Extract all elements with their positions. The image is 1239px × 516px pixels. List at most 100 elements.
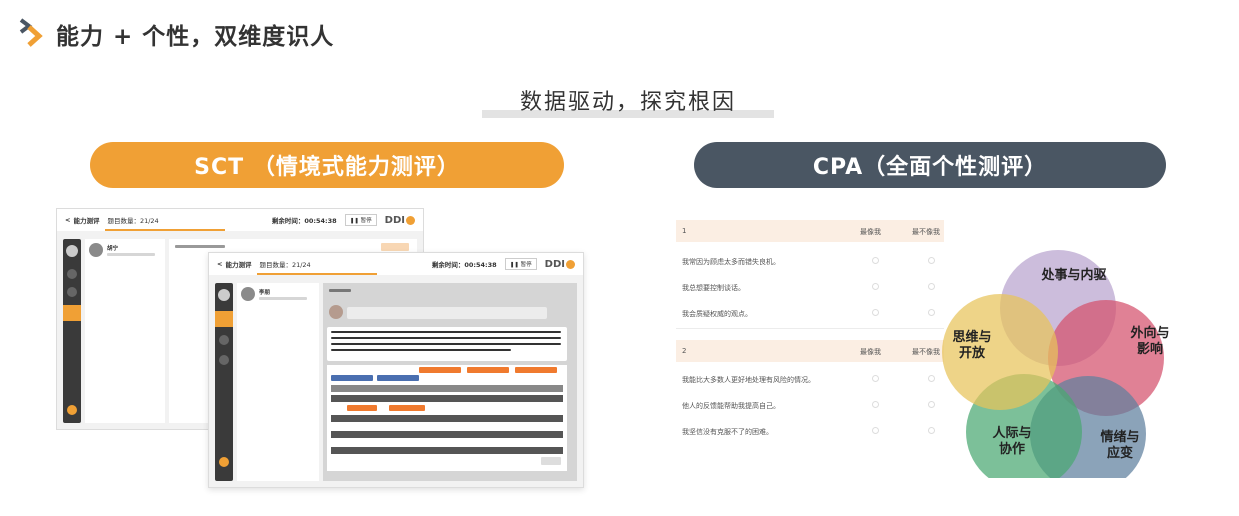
question-group-header: 2 最像我 最不像我 <box>676 340 944 362</box>
radio-least-like-me[interactable] <box>928 257 935 264</box>
sidebar-item-active[interactable] <box>215 311 233 327</box>
app-title: 能力测评 <box>225 261 252 269</box>
cpa-label-pill: CPA（全面个性测评） <box>694 142 1166 188</box>
table-row <box>331 415 563 422</box>
chevron-logo-icon <box>18 17 46 51</box>
question-text: 我会质疑权威的观点。 <box>682 310 752 318</box>
table-row <box>331 385 563 392</box>
sidebar-item-icon[interactable] <box>219 335 229 345</box>
chat-bubble <box>347 307 547 319</box>
progress-bar <box>257 273 377 275</box>
radio-most-like-me[interactable] <box>872 283 879 290</box>
venn-label-interpersonal-collaboration: 人际与协作 <box>992 426 1032 457</box>
sidebar-exit-icon[interactable] <box>67 405 77 415</box>
cpa-questionnaire: 1 最像我 最不像我 我常因为顾虑太多而错失良机。 我总想要控制谈话。 我会质疑… <box>676 220 944 448</box>
text-line <box>331 343 561 345</box>
question-number: 1 <box>682 227 687 235</box>
ddi-logo: DDI <box>545 259 575 270</box>
option-button[interactable] <box>331 375 373 381</box>
avatar <box>241 287 255 301</box>
back-icon[interactable]: < <box>65 216 70 224</box>
radio-least-like-me[interactable] <box>928 427 935 434</box>
radio-most-like-me[interactable] <box>872 427 879 434</box>
option-button[interactable] <box>419 367 461 373</box>
ddi-logo-text: DDI <box>544 258 565 270</box>
radio-least-like-me[interactable] <box>928 401 935 408</box>
question-text: 我坚信没有克服不了的困难。 <box>682 428 773 436</box>
scheduled-item[interactable] <box>347 405 377 411</box>
avatar <box>218 289 230 301</box>
option-button[interactable] <box>515 367 557 373</box>
radio-least-like-me[interactable] <box>928 375 935 382</box>
header-button[interactable] <box>381 243 409 251</box>
chat-panel <box>323 283 577 481</box>
radio-least-like-me[interactable] <box>928 309 935 316</box>
contact-name: 胡宁 <box>107 246 119 252</box>
app-sidebar <box>215 283 233 481</box>
question-number: 2 <box>682 347 687 355</box>
avatar <box>89 243 103 257</box>
ddi-logo-dot-icon <box>406 215 415 225</box>
progress-bar <box>105 229 225 231</box>
message-preview <box>107 253 155 256</box>
sct-front-topbar: < 能力测评 题目数量：21/24 剩余时间：00:54:38 ❚❚ 暂停 DD… <box>209 253 583 275</box>
ddi-logo: DDI <box>385 215 415 226</box>
app-title: 能力测评 <box>73 217 100 225</box>
radio-least-like-me[interactable] <box>928 283 935 290</box>
contact-name: 李朋 <box>259 290 271 296</box>
timer-label: 剩余时间：00:54:38 <box>271 217 337 225</box>
pause-label: 暂停 <box>360 218 372 224</box>
text-line <box>331 337 561 339</box>
sidebar-item-icon[interactable] <box>67 269 77 279</box>
ddi-logo-dot-icon <box>566 259 575 269</box>
avatar <box>329 305 343 319</box>
radio-most-like-me[interactable] <box>872 375 879 382</box>
back-icon[interactable]: < <box>217 260 222 268</box>
venn-label-extraversion-influence: 外向与影响 <box>1130 326 1170 357</box>
timer-label: 剩余时间：00:54:38 <box>431 261 497 269</box>
question-row: 他人的反馈能帮助我提高自己。 <box>676 392 944 418</box>
table-row <box>331 395 563 402</box>
task-description <box>327 327 567 361</box>
submit-button[interactable] <box>541 457 561 465</box>
question-group-header: 1 最像我 最不像我 <box>676 220 944 242</box>
divider <box>676 328 944 329</box>
message-preview <box>259 297 307 300</box>
table-row <box>331 447 563 454</box>
sidebar-item-icon[interactable] <box>219 355 229 365</box>
chat-title <box>175 245 225 248</box>
question-row: 我会质疑权威的观点。 <box>676 300 944 326</box>
contact-list: 胡宁 <box>85 239 165 423</box>
sidebar-item-active[interactable] <box>63 305 81 321</box>
question-counter: 题目数量：21/24 <box>107 217 159 225</box>
column-most-like-me: 最像我 <box>860 228 881 236</box>
page-title: 能力 + 个性，双维度识人 <box>56 24 335 50</box>
radio-most-like-me[interactable] <box>872 257 879 264</box>
column-least-like-me: 最不像我 <box>912 228 940 236</box>
slide-title: 能力 + 个性，双维度识人 <box>18 14 334 54</box>
option-button[interactable] <box>377 375 419 381</box>
subtitle: 数据驱动，探究根因 <box>519 90 736 115</box>
app-sidebar <box>63 239 81 423</box>
radio-most-like-me[interactable] <box>872 309 879 316</box>
column-most-like-me: 最像我 <box>860 348 881 356</box>
question-text: 我常因为顾虑太多而错失良机。 <box>682 258 780 266</box>
question-row: 我总想要控制谈话。 <box>676 274 944 300</box>
sidebar-item-icon[interactable] <box>67 287 77 297</box>
venn-label-execution-drive: 处事与内驱 <box>1041 268 1107 283</box>
sidebar-exit-icon[interactable] <box>219 457 229 467</box>
venn-label-thinking-openness: 思维与开放 <box>952 330 992 361</box>
pause-label: 暂停 <box>520 262 532 268</box>
ddi-logo-text: DDI <box>384 214 405 226</box>
scheduled-item[interactable] <box>389 405 425 411</box>
chat-title <box>329 289 351 292</box>
option-button[interactable] <box>467 367 509 373</box>
pause-button[interactable]: ❚❚ 暂停 <box>344 214 377 226</box>
avatar <box>66 245 78 257</box>
radio-most-like-me[interactable] <box>872 401 879 408</box>
question-text: 他人的反馈能帮助我提高自己。 <box>682 402 780 410</box>
pause-button[interactable]: ❚❚ 暂停 <box>504 258 537 270</box>
personality-venn-diagram: 处事与内驱 外向与影响 情绪与应变 人际与协作 思维与开放 <box>940 248 1170 492</box>
question-row: 我坚信没有克服不了的困难。 <box>676 418 944 444</box>
column-least-like-me: 最不像我 <box>912 348 940 356</box>
